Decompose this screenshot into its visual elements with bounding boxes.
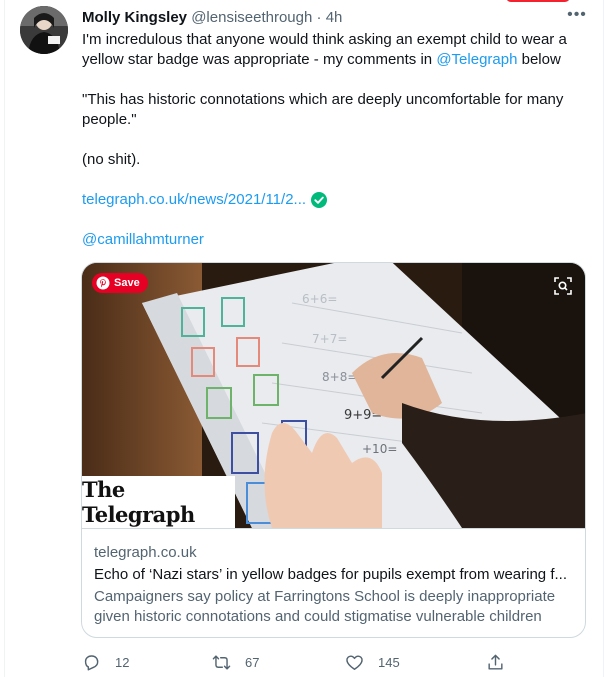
card-description: Campaigners say policy at Farringtons Sc…: [94, 588, 556, 625]
share-button[interactable]: [486, 652, 519, 672]
reply-count: 12: [115, 654, 130, 670]
top-edge-button[interactable]: [506, 0, 570, 2]
tweet-timestamp[interactable]: 4h: [326, 9, 343, 26]
mention-camilla[interactable]: @camillahmturner: [82, 230, 582, 250]
verified-check-icon: [311, 192, 328, 208]
mention-telegraph[interactable]: @Telegraph: [436, 51, 517, 68]
pinterest-icon: [96, 276, 110, 290]
telegraph-logo: The Telegraph: [82, 476, 235, 528]
tweet-text-segment: below: [517, 51, 561, 68]
visual-search-icon[interactable]: [552, 275, 574, 297]
like-count: 145: [378, 654, 400, 670]
card-image[interactable]: 6+6= 7+7= 8+8= 9+9= +10= Save The Telegr…: [82, 263, 585, 528]
tweet-quote: "This has historic connotations which ar…: [82, 91, 564, 128]
author-handle[interactable]: @lensiseethrough: [191, 9, 312, 26]
avatar-image: [20, 6, 68, 54]
tweet-aside: (no shit).: [82, 151, 141, 168]
svg-text:8+8=: 8+8=: [322, 370, 357, 384]
pinterest-save-button[interactable]: Save: [92, 273, 148, 293]
share-icon: [488, 654, 503, 670]
retweet-count: 67: [245, 654, 260, 670]
tweet-url-row: telegraph.co.uk/news/2021/11/2...: [82, 190, 582, 210]
tweet-header: Molly Kingsley @lensiseethrough · 4h: [82, 8, 342, 28]
link-preview-card[interactable]: 6+6= 7+7= 8+8= 9+9= +10= Save The Telegr…: [81, 262, 586, 638]
avatar[interactable]: [20, 6, 68, 54]
card-title: Echo of ‘Nazi stars’ in yellow badges fo…: [94, 566, 567, 583]
author-name[interactable]: Molly Kingsley: [82, 9, 187, 26]
card-details[interactable]: telegraph.co.uk Echo of ‘Nazi stars’ in …: [82, 528, 585, 637]
pinterest-save-label: Save: [114, 277, 140, 289]
tweet-text-segment: yellow star badge was appropriate - my c…: [82, 51, 437, 68]
like-icon: [346, 654, 363, 670]
tweet-url-link[interactable]: telegraph.co.uk/news/2021/11/2...: [82, 190, 306, 210]
retweet-icon: [212, 654, 231, 670]
tweet-text-line-2: yellow star badge was appropriate - my c…: [82, 50, 582, 70]
separator-dot: ·: [316, 9, 322, 26]
more-icon[interactable]: •••: [566, 7, 588, 26]
retweet-button[interactable]: 67: [212, 652, 259, 672]
card-domain: telegraph.co.uk: [94, 544, 197, 561]
tweet-actions: 12 67 145: [82, 652, 503, 672]
reply-icon: [84, 654, 99, 670]
reply-button[interactable]: 12: [82, 652, 129, 672]
like-button[interactable]: 145: [345, 652, 400, 672]
svg-text:6+6=: 6+6=: [302, 292, 337, 306]
telegraph-logo-text: The Telegraph: [82, 477, 195, 527]
tweet-text-line-1: I'm incredulous that anyone would think …: [82, 31, 567, 48]
svg-text:+10=: +10=: [362, 442, 397, 456]
svg-text:7+7=: 7+7=: [312, 332, 347, 346]
